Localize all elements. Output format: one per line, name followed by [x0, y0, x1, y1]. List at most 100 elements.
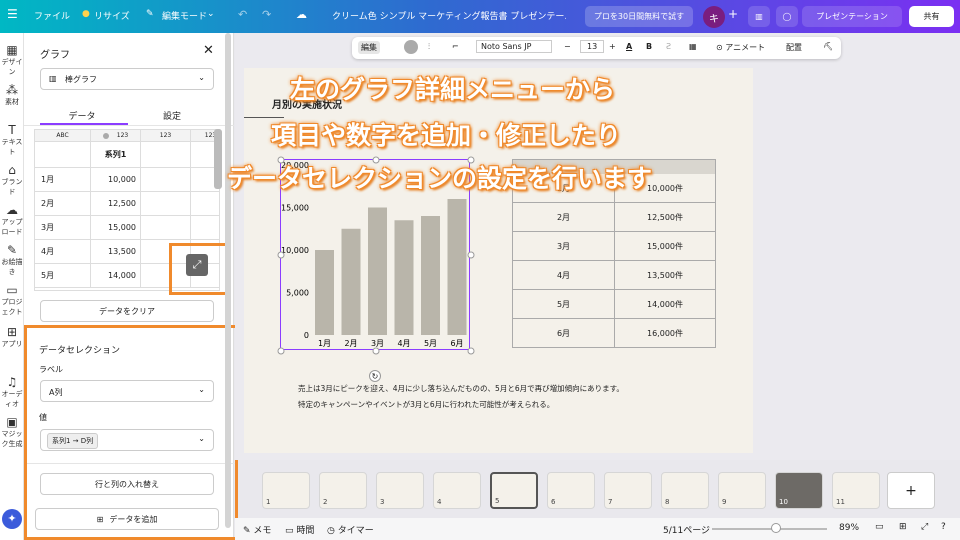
- time-button[interactable]: ▭ 時間: [285, 523, 314, 536]
- table-cell-count[interactable]: 14,000件: [615, 290, 715, 319]
- resize-handle[interactable]: [372, 347, 380, 355]
- table-cell-month[interactable]: 2月: [513, 203, 615, 232]
- grid-cell[interactable]: [191, 192, 219, 216]
- table-cell-count[interactable]: 12,500件: [615, 203, 715, 232]
- corner-icon[interactable]: ⌐: [452, 42, 459, 51]
- table-cell-month[interactable]: 6月: [513, 319, 615, 348]
- add-user-icon[interactable]: +: [728, 7, 738, 21]
- font-size-input[interactable]: 13: [580, 40, 605, 53]
- font-size-decrease[interactable]: −: [564, 42, 571, 51]
- rail-item-upload[interactable]: ☁ アップロード: [0, 203, 24, 237]
- page-thumbnail[interactable]: 5: [490, 472, 538, 509]
- zoom-slider[interactable]: [712, 528, 827, 530]
- grid-value-cell[interactable]: 10,000: [91, 168, 141, 192]
- grid-label-cell[interactable]: 5月: [35, 264, 91, 288]
- table-cell-count[interactable]: 15,000件: [615, 232, 715, 261]
- grid-cell[interactable]: [141, 142, 191, 168]
- page-thumbnail[interactable]: 1: [262, 472, 310, 509]
- grid-cell[interactable]: [141, 168, 191, 192]
- add-page-button[interactable]: +: [887, 472, 935, 509]
- font-size-increase[interactable]: +: [609, 42, 616, 51]
- resize-button[interactable]: リサイズ: [94, 9, 130, 22]
- resize-handle[interactable]: [277, 251, 285, 259]
- comment-icon[interactable]: ◯: [776, 6, 798, 27]
- page-thumbnail[interactable]: 4: [433, 472, 481, 509]
- menu-icon[interactable]: ☰: [7, 7, 18, 21]
- resize-handle[interactable]: [277, 347, 285, 355]
- rail-item-magic[interactable]: ▣ マジック生成: [0, 415, 24, 449]
- rotate-icon[interactable]: ↻: [369, 370, 381, 382]
- grid-header[interactable]: 123: [141, 130, 191, 142]
- grid-header[interactable]: ABC: [35, 130, 91, 142]
- zoom-slider-handle[interactable]: [771, 523, 781, 533]
- grid-value-cell[interactable]: 13,500: [91, 240, 141, 264]
- memo-button[interactable]: ✎ メモ: [243, 523, 271, 536]
- fullscreen-icon[interactable]: ⤢: [921, 522, 928, 532]
- paint-format-icon[interactable]: ⛏: [823, 42, 833, 51]
- grid-label-cell[interactable]: 4月: [35, 240, 91, 264]
- rail-item-brand[interactable]: ⌂ ブランド: [0, 163, 24, 197]
- rail-item-projects[interactable]: ▭ プロジェクト: [0, 283, 24, 317]
- zoom-level[interactable]: 89%: [839, 523, 859, 533]
- magic-sparkle-icon[interactable]: ✦: [2, 509, 22, 529]
- value-chip[interactable]: 系列1 → D列: [47, 433, 99, 449]
- value-dropdown[interactable]: 系列1 → D列 ⌄: [40, 429, 214, 451]
- pages-icon[interactable]: ▭: [875, 522, 884, 532]
- rail-item-draw[interactable]: ✎ お絵描き: [0, 243, 24, 277]
- file-menu[interactable]: ファイル: [34, 9, 70, 22]
- bar[interactable]: [341, 228, 361, 335]
- grid-scrollbar[interactable]: [214, 129, 222, 189]
- grid-value-cell[interactable]: 14,000: [91, 264, 141, 288]
- resize-handle[interactable]: [467, 251, 475, 259]
- page-thumbnail[interactable]: 8: [661, 472, 709, 509]
- series-header-cell[interactable]: 系列1: [91, 142, 141, 168]
- swap-rows-columns-button[interactable]: 行と列の入れ替え: [40, 473, 214, 495]
- tab-settings[interactable]: 設定: [132, 109, 212, 122]
- page-thumbnail[interactable]: 11: [832, 472, 880, 509]
- rail-item-text[interactable]: T テキスト: [0, 123, 24, 157]
- grid-label-cell[interactable]: 3月: [35, 216, 91, 240]
- slide-note-2[interactable]: 特定のキャンペーンやイベントが3月と6月に行われた可能性が考えられる。: [298, 399, 554, 410]
- slide-note-1[interactable]: 売上は3月にピークを迎え、4月に少し落ち込んだものの、5月と6月で再び増加傾向に…: [298, 383, 738, 394]
- cloud-icon[interactable]: ☁: [296, 8, 307, 21]
- text-color-icon[interactable]: A: [626, 42, 632, 51]
- page-thumbnail[interactable]: 10: [775, 472, 823, 509]
- grid-cell[interactable]: [35, 142, 91, 168]
- font-family-select[interactable]: Noto Sans JP: [476, 40, 552, 53]
- clear-data-button[interactable]: データをクリア: [40, 300, 214, 322]
- chart-type-dropdown[interactable]: ▥ 棒グラフ ⌄: [40, 68, 214, 90]
- grid-cell[interactable]: [141, 216, 191, 240]
- bold-icon[interactable]: B: [646, 42, 652, 51]
- rail-item-apps[interactable]: ⊞ アプリ: [0, 325, 24, 349]
- grid-label-cell[interactable]: 2月: [35, 192, 91, 216]
- animate-button[interactable]: ⊙ アニメート: [716, 42, 765, 53]
- table-cell-month[interactable]: 4月: [513, 261, 615, 290]
- timer-button[interactable]: ◷ タイマー: [327, 523, 374, 536]
- grid-cell[interactable]: [191, 216, 219, 240]
- bar[interactable]: [394, 220, 414, 335]
- rail-item-design[interactable]: ▦ デザイン: [0, 43, 24, 77]
- page-thumbnail[interactable]: 2: [319, 472, 367, 509]
- page-indicator[interactable]: 5/11ページ: [663, 523, 710, 536]
- arrange-button[interactable]: 配置: [786, 42, 802, 53]
- undo-icon[interactable]: ↶: [238, 8, 247, 21]
- page-thumbnail[interactable]: 7: [604, 472, 652, 509]
- bar[interactable]: [447, 199, 467, 335]
- page-thumbnail[interactable]: 9: [718, 472, 766, 509]
- bar[interactable]: [421, 216, 440, 335]
- page-thumbnail[interactable]: 3: [376, 472, 424, 509]
- bar[interactable]: [315, 250, 334, 335]
- table-cell-count[interactable]: 13,500件: [615, 261, 715, 290]
- spacing-icon[interactable]: ⫶: [428, 42, 430, 52]
- edit-mode-dropdown[interactable]: 編集モード: [162, 9, 207, 22]
- add-data-button[interactable]: ⊞ データを追加: [35, 508, 219, 530]
- strikethrough-icon[interactable]: Ƨ: [666, 42, 671, 51]
- avatar[interactable]: キ: [703, 6, 725, 28]
- rail-item-elements[interactable]: ⁂ 素材: [0, 83, 24, 107]
- rail-item-audio[interactable]: ♫ オーディオ: [0, 375, 24, 409]
- grid-value-cell[interactable]: 12,500: [91, 192, 141, 216]
- page-thumbnail[interactable]: 6: [547, 472, 595, 509]
- resize-handle[interactable]: [467, 347, 475, 355]
- tab-data[interactable]: データ: [42, 109, 122, 122]
- analytics-icon[interactable]: ▥: [748, 6, 770, 27]
